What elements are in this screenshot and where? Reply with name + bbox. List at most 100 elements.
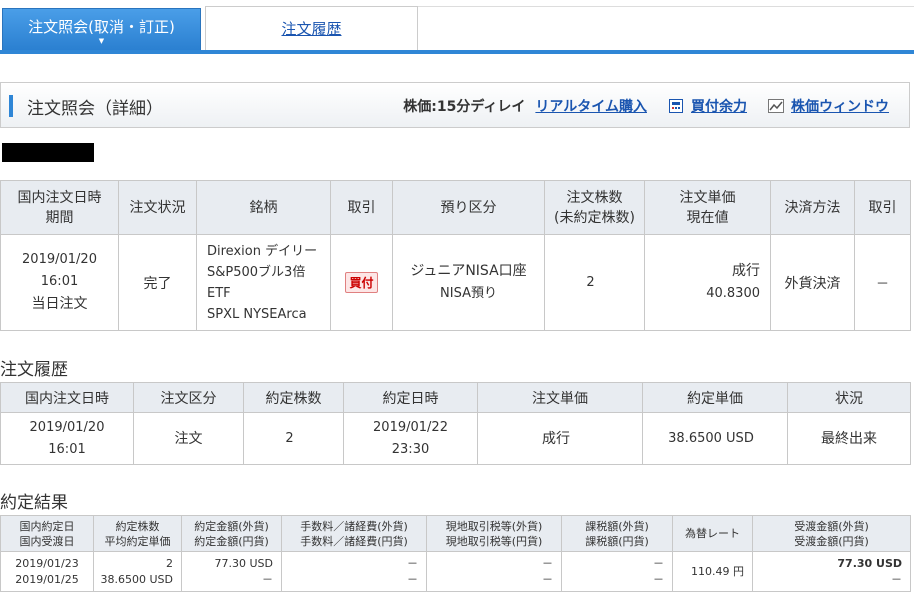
result-col-tax-jpy: 現地取引税等(円貨) (445, 534, 543, 548)
order-detail-table: 国内注文日時 期間 注文状況 銘柄 取引 預り区分 注文株数 (未約定株数) 注文単… (0, 180, 911, 331)
col-trade-header: 取引 (330, 180, 393, 235)
result-col-avg-price: 平均約定単価 (104, 534, 171, 548)
col-current-label: 現在値 (686, 209, 729, 226)
result-col-tax: 現地取引税等(外貨) 現地取引税等(円貨) (426, 515, 562, 552)
result-amount-cell: 77.30 USD － (181, 551, 282, 592)
order-qty: 2 (544, 234, 645, 331)
col-stock-header: 銘柄 (196, 180, 331, 235)
result-col-tax-fx: 現地取引税等(外貨) (445, 519, 543, 533)
result-col-fee: 手数料／諸経費(外貨) 手数料／諸経費(円貨) (281, 515, 427, 552)
result-col-settle-date: 国内受渡日 (19, 534, 75, 548)
result-amount-fx: 77.30 USD (214, 556, 274, 570)
result-col-qty-price: 約定株数 平均約定単価 (93, 515, 182, 552)
col-price-header: 注文単価 現在値 (644, 180, 771, 235)
history-exec-date: 2019/01/22 (373, 419, 448, 435)
result-col-delivery-fx: 受渡金額(外貨) (794, 519, 869, 533)
calculator-icon (667, 98, 685, 114)
execution-result-table: 国内約定日 国内受渡日 約定株数 平均約定単価 約定金額(外貨) 約定金額(円貨) 手… (0, 515, 911, 592)
col-settle-header: 決済方法 (770, 180, 855, 235)
tab-order-history[interactable]: 注文履歴 (205, 6, 418, 50)
col-datetime-label: 国内注文日時 (17, 189, 102, 206)
history-time: 16:01 (48, 441, 86, 457)
history-order-price: 成行 (477, 412, 643, 465)
history-qty: 2 (243, 412, 344, 465)
page-title: 注文照会（詳細） (27, 99, 163, 119)
result-tax-cell: －－ (426, 551, 562, 592)
tab-order-history-label[interactable]: 注文履歴 (281, 18, 341, 39)
stock-name-line-2: S&P500ブル3倍 (207, 264, 306, 280)
realtime-purchase-link[interactable]: リアルタイム購入 (535, 96, 647, 116)
account-kind: NISA預り (440, 286, 497, 301)
result-taxable-fx: － (653, 556, 664, 570)
result-col-taxable-fx: 課税額(外貨) (585, 519, 649, 533)
stock-name-line-1: Direxion デイリー (207, 243, 318, 259)
cancel-cell: － (854, 234, 911, 331)
result-delivery-fx: 77.30 USD (837, 556, 902, 570)
result-settle-date: 2019/01/25 (15, 572, 79, 586)
result-col-amount-jpy: 約定金額(円貨) (194, 534, 269, 548)
col-account-header: 預り区分 (392, 180, 545, 235)
result-qty: 2 (166, 556, 173, 570)
account-name: ジュニアNISA口座 (410, 263, 527, 279)
settlement-method: 外貨決済 (770, 234, 855, 331)
result-col-taxable: 課税額(外貨) 課税額(円貨) (561, 515, 673, 552)
order-date: 2019/01/20 (22, 252, 97, 267)
result-col-fee-jpy: 手数料／諸経費(円貨) (300, 534, 408, 548)
price-delay-label: 株価:15分ディレイ (403, 99, 526, 115)
history-col-order-price: 注文単価 (477, 382, 643, 413)
history-date: 2019/01/20 (29, 419, 105, 435)
history-col-exec-price: 約定単価 (642, 382, 788, 413)
result-col-rate: 為替レート (672, 515, 753, 552)
result-col-qty: 約定株数 (115, 519, 160, 533)
tab-order-inquiry[interactable]: 注文照会(取消・訂正) ▼ (2, 8, 201, 52)
result-taxable-jpy: － (653, 572, 664, 586)
result-col-amount: 約定金額(外貨) 約定金額(円貨) (181, 515, 282, 552)
col-unfilled-label: (未約定株数) (554, 209, 635, 226)
result-col-dates: 国内約定日 国内受渡日 (0, 515, 94, 552)
price-window-link[interactable]: 株価ウィンドウ (791, 96, 889, 116)
result-delivery-jpy: － (891, 572, 902, 586)
history-exec-datetime-cell: 2019/01/22 23:30 (343, 412, 478, 465)
order-type: 成行 (732, 263, 760, 279)
result-avg-price: 38.6500 USD (100, 572, 174, 586)
order-history-table: 国内注文日時 注文区分 約定株数 約定日時 注文単価 約定単価 状況 2019/… (0, 382, 911, 465)
stock-ticker: SPXL NYSEArca (207, 306, 307, 322)
history-kind: 注文 (133, 412, 244, 465)
col-period-label: 期間 (45, 209, 74, 226)
result-fee-jpy: － (407, 572, 418, 586)
result-rate: 110.49 円 (672, 551, 753, 592)
redacted-account-block (2, 143, 94, 162)
history-col-kind: 注文区分 (133, 382, 244, 413)
col-qty-label: 注文株数 (566, 189, 623, 206)
buying-power-link[interactable]: 買付余力 (691, 96, 747, 116)
header-accent (9, 95, 13, 117)
result-dates-cell: 2019/01/23 2019/01/25 (0, 551, 94, 592)
trade-type-cell: 買付 (330, 234, 393, 331)
history-header-row: 国内注文日時 注文区分 約定株数 約定日時 注文単価 約定単価 状況 (0, 382, 911, 413)
history-datetime-cell: 2019/01/20 16:01 (0, 412, 134, 465)
history-exec-time: 23:30 (391, 441, 430, 457)
result-taxable-cell: －－ (561, 551, 673, 592)
result-section-title: 約定結果 (0, 493, 68, 513)
result-col-exec-date: 国内約定日 (19, 519, 75, 533)
col-cancel-header: 取引 (854, 180, 911, 235)
buy-badge: 買付 (345, 272, 378, 293)
stock-name-cell: Direxion デイリー S&P500ブル3倍 ETF SPXL NYSEAr… (196, 234, 331, 331)
order-price-cell: 成行 40.8300 (644, 234, 771, 331)
chart-window-icon (767, 98, 785, 114)
result-qty-cell: 2 38.6500 USD (93, 551, 182, 592)
account-type-cell: ジュニアNISA口座 NISA預り (392, 234, 545, 331)
tab-bar: 注文照会(取消・訂正) ▼ 注文履歴 (0, 0, 914, 56)
order-time: 16:01 (40, 274, 79, 289)
history-exec-price: 38.6500 USD (642, 412, 788, 465)
history-col-exec-datetime: 約定日時 (343, 382, 478, 413)
detail-header-row: 国内注文日時 期間 注文状況 銘柄 取引 預り区分 注文株数 (未約定株数) 注文単… (0, 180, 911, 235)
caret-down-icon: ▼ (98, 36, 105, 45)
order-status: 完了 (118, 234, 197, 331)
result-tax-jpy: － (542, 572, 553, 586)
current-price: 40.8300 (706, 286, 760, 301)
order-period: 当日注文 (31, 296, 88, 312)
history-col-status: 状況 (787, 382, 911, 413)
col-status-header: 注文状況 (118, 180, 197, 235)
history-col-datetime: 国内注文日時 (0, 382, 134, 413)
